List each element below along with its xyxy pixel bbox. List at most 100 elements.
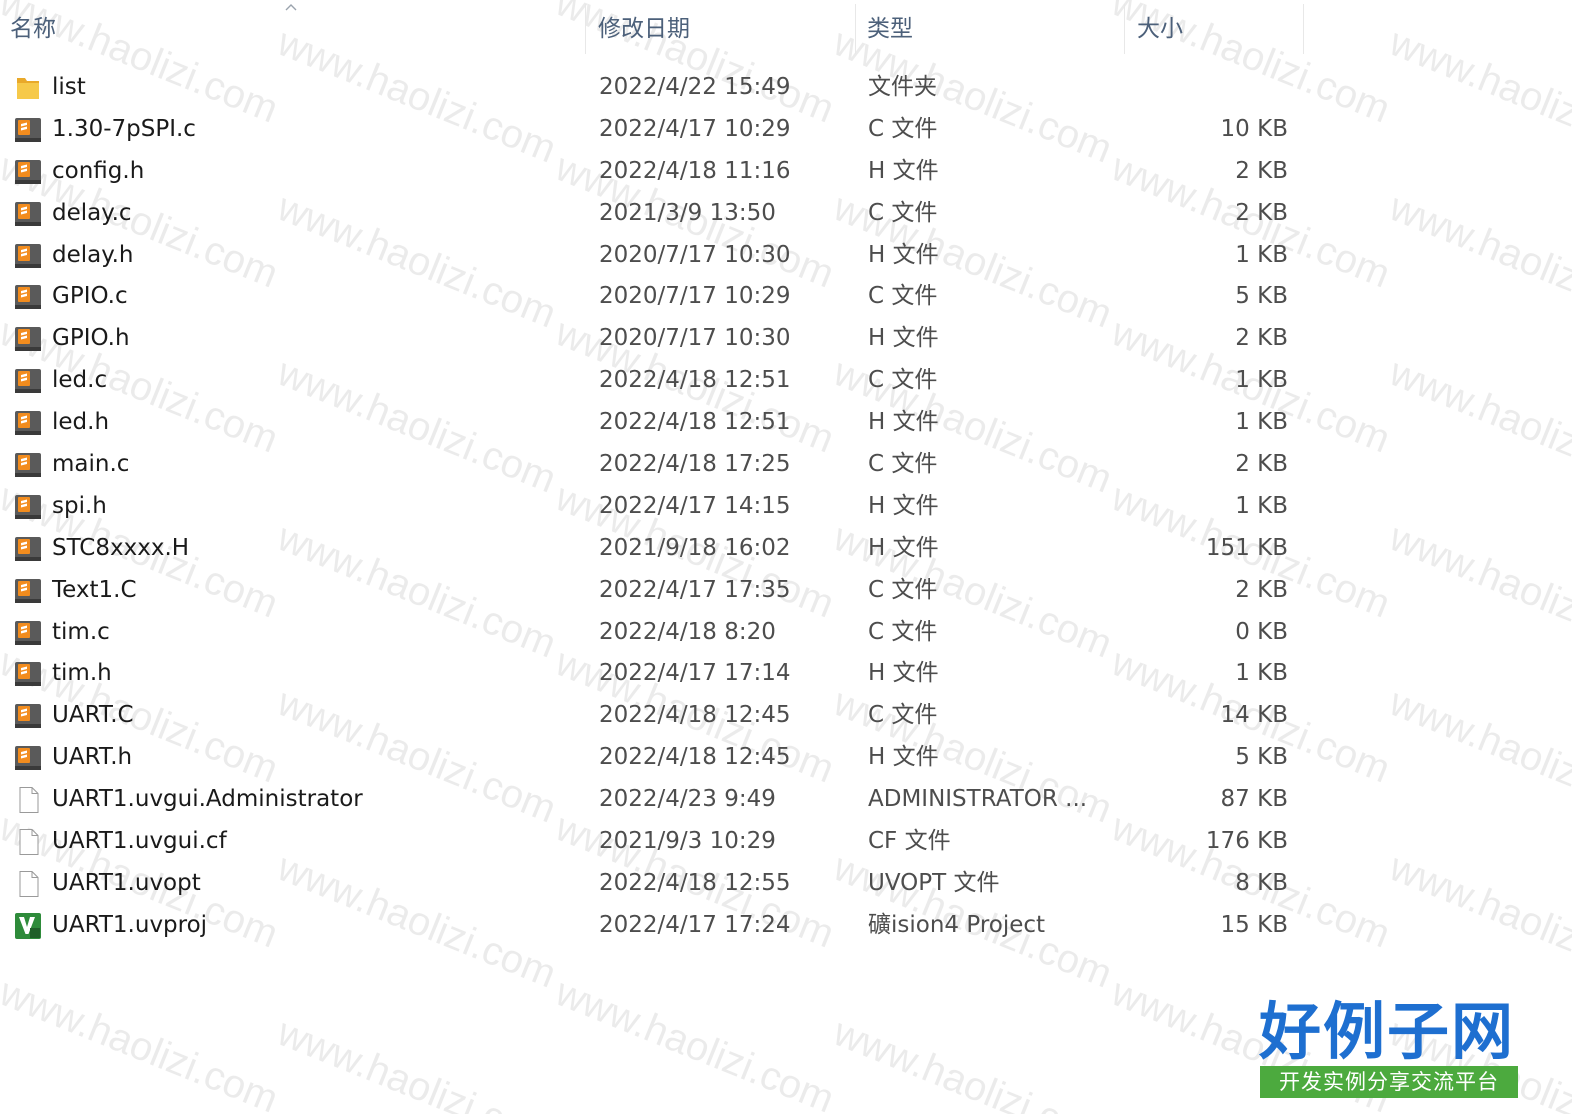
file-type: H 文件 [868, 325, 939, 352]
file-type: H 文件 [868, 534, 939, 561]
file-modified-date: 2022/4/18 11:16 [599, 157, 791, 184]
watermark-text: www.haolizi.com [271, 1010, 563, 1114]
file-type: 文件夹 [868, 74, 937, 100]
file-row[interactable]: UART1.uvgui.Administrator 2022/4/23 9:49 A… [0, 779, 1572, 821]
file-row[interactable]: tim.h 2022/4/17 17:14 H 文件 1 KB [0, 653, 1572, 695]
file-row[interactable]: UART1.uvopt 2022/4/18 12:55 UVOPT 文件 8 KB [0, 863, 1572, 905]
blank-file-icon [13, 828, 43, 856]
file-modified-date: 2022/4/22 15:49 [599, 74, 791, 100]
file-type: H 文件 [868, 492, 939, 519]
file-type: H 文件 [868, 409, 939, 436]
watermark-text: www.haolizi.com [0, 970, 285, 1114]
file-modified-date: 2021/9/18 16:02 [599, 534, 791, 561]
file-name: delay.h [52, 241, 134, 268]
file-name: GPIO.c [52, 283, 128, 310]
sublime-file-icon [13, 367, 43, 395]
sublime-file-icon [13, 744, 43, 772]
file-modified-date: 2022/4/17 17:35 [599, 576, 791, 603]
file-row[interactable]: delay.c 2021/3/9 13:50 C 文件 2 KB [0, 193, 1572, 235]
blank-file-icon [13, 870, 43, 898]
file-modified-date: 2021/3/9 13:50 [599, 199, 776, 226]
file-name: UART1.uvgui.cf [52, 828, 227, 855]
blank-file-icon [13, 786, 43, 814]
file-modified-date: 2022/4/17 17:14 [599, 660, 791, 687]
file-name: spi.h [52, 492, 107, 519]
file-modified-date: 2022/4/18 12:51 [599, 409, 791, 436]
file-type: C 文件 [868, 367, 938, 394]
file-modified-date: 2022/4/18 12:55 [599, 869, 791, 896]
file-size: 1 KB [1235, 241, 1288, 268]
file-row[interactable]: Text1.C 2022/4/17 17:35 C 文件 2 KB [0, 570, 1572, 612]
file-list: list 2022/4/22 15:49 文件夹 1.30-7pSPI.c 2022/4… [0, 67, 1572, 947]
column-divider[interactable] [1124, 4, 1125, 54]
column-header-size[interactable]: 大小 [1137, 0, 1183, 58]
column-header-name[interactable]: 名称 [10, 0, 56, 58]
file-size: 2 KB [1235, 157, 1288, 184]
file-type: H 文件 [868, 744, 939, 771]
watermark-text: www.haolizi.com [827, 1010, 1119, 1114]
file-row[interactable]: STC8xxxx.H 2021/9/18 16:02 H 文件 151 KB [0, 528, 1572, 570]
sublime-file-icon [13, 702, 43, 730]
file-modified-date: 2020/7/17 10:29 [599, 283, 791, 310]
file-size: 1 KB [1235, 492, 1288, 519]
file-row[interactable]: list 2022/4/22 15:49 文件夹 [0, 67, 1572, 109]
file-row[interactable]: GPIO.c 2020/7/17 10:29 C 文件 5 KB [0, 276, 1572, 318]
file-size: 151 KB [1205, 534, 1288, 561]
column-divider[interactable] [585, 4, 586, 54]
file-row[interactable]: tim.c 2022/4/18 8:20 C 文件 0 KB [0, 612, 1572, 654]
column-divider[interactable] [1303, 4, 1304, 54]
file-modified-date: 2022/4/17 14:15 [599, 492, 791, 519]
file-type: C 文件 [868, 283, 938, 310]
file-type: C 文件 [868, 702, 938, 729]
file-modified-date: 2022/4/18 12:51 [599, 367, 791, 394]
file-type: 礦ision4 Project [868, 911, 1046, 938]
keil-project-icon [13, 912, 43, 940]
file-name: UART1.uvgui.Administrator [52, 786, 363, 813]
file-modified-date: 2020/7/17 10:30 [599, 325, 791, 352]
file-row[interactable]: delay.h 2020/7/17 10:30 H 文件 1 KB [0, 235, 1572, 277]
file-modified-date: 2022/4/18 12:45 [599, 702, 791, 729]
file-size [1128, 67, 1288, 109]
watermark-text: www.haolizi.com [549, 970, 841, 1114]
sublime-file-icon [13, 451, 43, 479]
sublime-file-icon [13, 493, 43, 521]
site-logo: 好例子网 开发实例分享交流平台 [1256, 996, 1518, 1104]
column-header-date[interactable]: 修改日期 [598, 0, 690, 58]
file-name: UART.h [52, 744, 133, 771]
file-size: 2 KB [1235, 451, 1288, 478]
sublime-file-icon [13, 242, 43, 270]
file-row[interactable]: spi.h 2022/4/17 14:15 H 文件 1 KB [0, 486, 1572, 528]
column-header-type[interactable]: 类型 [867, 0, 913, 58]
file-size: 15 KB [1220, 911, 1288, 938]
file-name: Text1.C [52, 576, 137, 603]
file-modified-date: 2022/4/18 8:20 [599, 618, 776, 645]
sublime-file-icon [13, 116, 43, 144]
file-row[interactable]: UART1.uvproj 2022/4/17 17:24 礦ision4 Proje… [0, 905, 1572, 947]
file-modified-date: 2022/4/17 10:29 [599, 115, 791, 142]
file-name: UART.C [52, 702, 134, 729]
file-row[interactable]: led.c 2022/4/18 12:51 C 文件 1 KB [0, 360, 1572, 402]
file-type: H 文件 [868, 660, 939, 687]
file-modified-date: 2021/9/3 10:29 [599, 828, 776, 855]
file-name: STC8xxxx.H [52, 534, 190, 561]
file-size: 1 KB [1235, 367, 1288, 394]
file-row[interactable]: GPIO.h 2020/7/17 10:30 H 文件 2 KB [0, 318, 1572, 360]
file-size: 87 KB [1220, 786, 1288, 813]
file-row[interactable]: main.c 2022/4/18 17:25 C 文件 2 KB [0, 444, 1572, 486]
file-row[interactable]: UART1.uvgui.cf 2021/9/3 10:29 CF 文件 176 KB [0, 821, 1572, 863]
file-size: 2 KB [1235, 199, 1288, 226]
file-row[interactable]: UART.C 2022/4/18 12:45 C 文件 14 KB [0, 695, 1572, 737]
file-row[interactable]: 1.30-7pSPI.c 2022/4/17 10:29 C 文件 10 KB [0, 109, 1572, 151]
column-header-bar: 名称 修改日期 类型 大小 [0, 0, 1572, 58]
column-divider[interactable] [855, 4, 856, 54]
file-size: 5 KB [1235, 283, 1288, 310]
file-type: UVOPT 文件 [868, 869, 1000, 896]
file-size: 8 KB [1235, 869, 1288, 896]
file-row[interactable]: config.h 2022/4/18 11:16 H 文件 2 KB [0, 151, 1572, 193]
file-modified-date: 2022/4/17 17:24 [599, 911, 791, 938]
sublime-file-icon [13, 660, 43, 688]
file-row[interactable]: led.h 2022/4/18 12:51 H 文件 1 KB [0, 402, 1572, 444]
file-type: C 文件 [868, 618, 938, 645]
sublime-file-icon [13, 535, 43, 563]
file-row[interactable]: UART.h 2022/4/18 12:45 H 文件 5 KB [0, 737, 1572, 779]
